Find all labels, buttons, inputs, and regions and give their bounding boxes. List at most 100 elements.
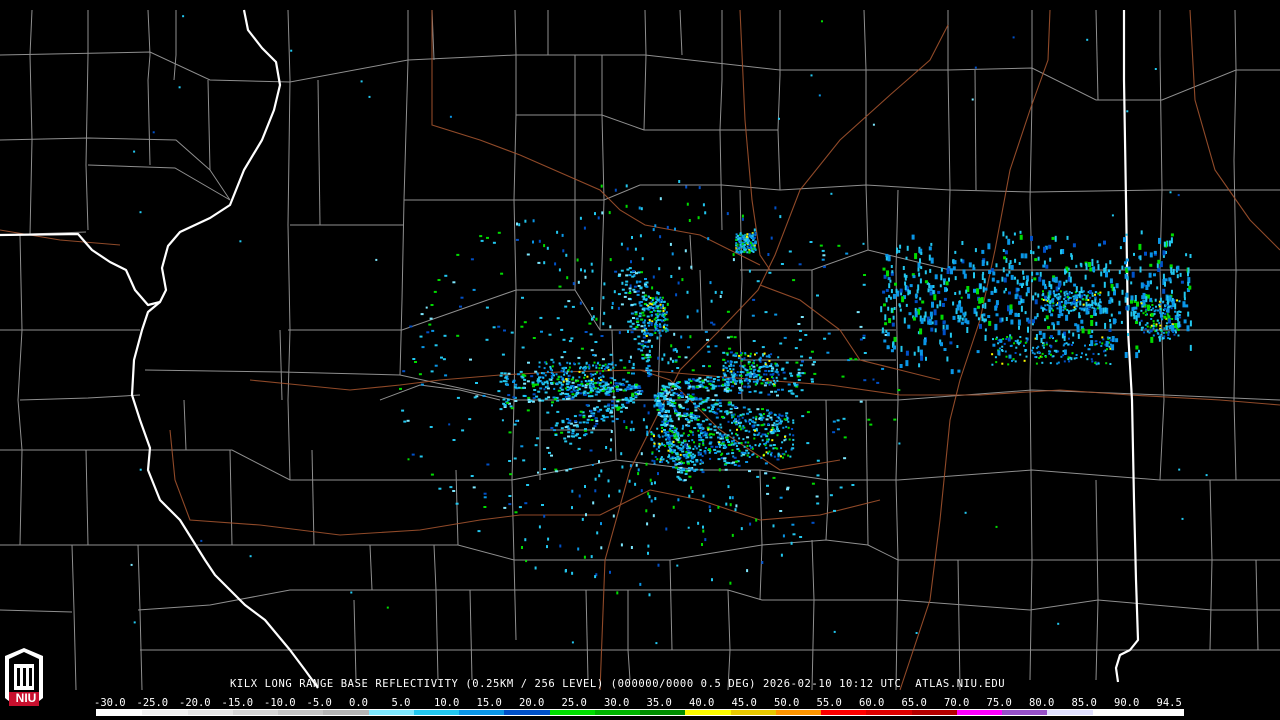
echo-pixel (736, 428, 738, 431)
echo-pixel (711, 406, 715, 408)
echo-pixel (732, 354, 735, 357)
echo-pixel (610, 411, 613, 414)
echo-pixel (946, 268, 950, 274)
echo-pixel (1033, 277, 1037, 281)
echo-pixel (665, 409, 668, 412)
echo-pixel (741, 358, 744, 361)
echo-pixel (650, 433, 653, 436)
echo-pixel (552, 373, 555, 376)
echo-pixel (584, 374, 586, 377)
echo-pixel (939, 300, 942, 307)
echo-pixel (562, 377, 564, 380)
echo-pixel (611, 406, 615, 409)
echo-pixel (656, 299, 659, 302)
echo-pixel (551, 376, 553, 379)
echo-pixel (600, 418, 604, 420)
echo-pixel (1111, 344, 1115, 351)
echo-pixel (1177, 334, 1180, 337)
echo-pixel (785, 412, 789, 415)
echo-pixel (665, 438, 668, 441)
echo-pixel (752, 298, 756, 301)
echo-pixel (899, 364, 903, 368)
echo-pixel (786, 486, 790, 489)
echo-pixel (758, 358, 761, 361)
echo-pixel (645, 425, 648, 429)
echo-pixel (752, 380, 755, 383)
echo-pixel (578, 388, 581, 391)
echo-pixel (1146, 280, 1150, 287)
echo-pixel (670, 275, 673, 278)
echo-pixel (687, 346, 691, 349)
echo-pixel (775, 368, 778, 371)
echo-pixel (578, 370, 581, 373)
echo-pixel (650, 344, 653, 348)
echo-pixel (701, 385, 705, 388)
echo-pixel (977, 317, 980, 321)
echo-pixel (679, 434, 683, 437)
echo-pixel (1155, 323, 1158, 326)
echo-pixel (1082, 298, 1085, 301)
echo-pixel (691, 490, 694, 493)
echo-pixel (731, 533, 734, 537)
echo-pixel (748, 269, 751, 273)
echo-pixel (663, 300, 666, 303)
echo-pixel (650, 482, 653, 486)
echo-pixel (419, 335, 423, 338)
echo-pixel (579, 216, 582, 220)
echo-pixel (653, 460, 656, 463)
echo-pixel (718, 444, 721, 447)
echo-pixel (651, 334, 654, 336)
echo-pixel (652, 309, 655, 312)
echo-pixel (583, 366, 586, 369)
echo-pixel (660, 301, 663, 303)
echo-pixel (708, 505, 711, 509)
echo-pixel (653, 396, 657, 399)
echo-pixel (1136, 301, 1139, 307)
echo-pixel (913, 351, 916, 356)
echo-pixel (605, 416, 609, 419)
echo-pixel (1115, 283, 1119, 289)
echo-pixel (1045, 309, 1048, 311)
echo-pixel (506, 401, 510, 404)
echo-pixel (1161, 318, 1164, 321)
echo-pixel (773, 379, 776, 382)
echo-pixel (643, 404, 646, 408)
echo-pixel (837, 244, 841, 247)
echo-pixel (1094, 298, 1097, 305)
scale-label: -20.0 (179, 697, 211, 709)
echo-pixel (665, 311, 668, 314)
echo-pixel (1002, 231, 1005, 237)
echo-pixel (662, 304, 664, 307)
echo-pixel (684, 249, 687, 253)
echo-pixel (418, 373, 422, 376)
echo-pixel (1087, 348, 1090, 351)
echo-pixel (1020, 305, 1023, 312)
echo-pixel (815, 495, 819, 498)
echo-pixel (1009, 345, 1012, 347)
echo-pixel (891, 270, 894, 274)
echo-pixel (658, 323, 661, 326)
echo-pixel (570, 390, 574, 393)
echo-pixel (905, 274, 908, 278)
echo-pixel (784, 450, 787, 453)
echo-pixel (1126, 110, 1129, 113)
echo-pixel (1182, 301, 1186, 308)
echo-pixel (1037, 245, 1040, 249)
echo-pixel (602, 370, 605, 373)
echo-pixel (709, 281, 712, 285)
echo-pixel (1144, 251, 1147, 256)
echo-pixel (721, 415, 724, 418)
echo-pixel (1104, 354, 1107, 357)
echo-pixel (584, 433, 588, 436)
echo-pixel (133, 621, 136, 624)
echo-pixel (1045, 264, 1049, 269)
echo-pixel (571, 506, 573, 510)
echo-pixel (560, 427, 564, 430)
echo-pixel (770, 418, 773, 421)
echo-pixel (787, 383, 791, 386)
echo-pixel (726, 353, 729, 356)
echo-pixel (697, 453, 700, 456)
echo-pixel (678, 437, 681, 440)
echo-pixel (1089, 296, 1092, 299)
echo-pixel (579, 367, 581, 370)
